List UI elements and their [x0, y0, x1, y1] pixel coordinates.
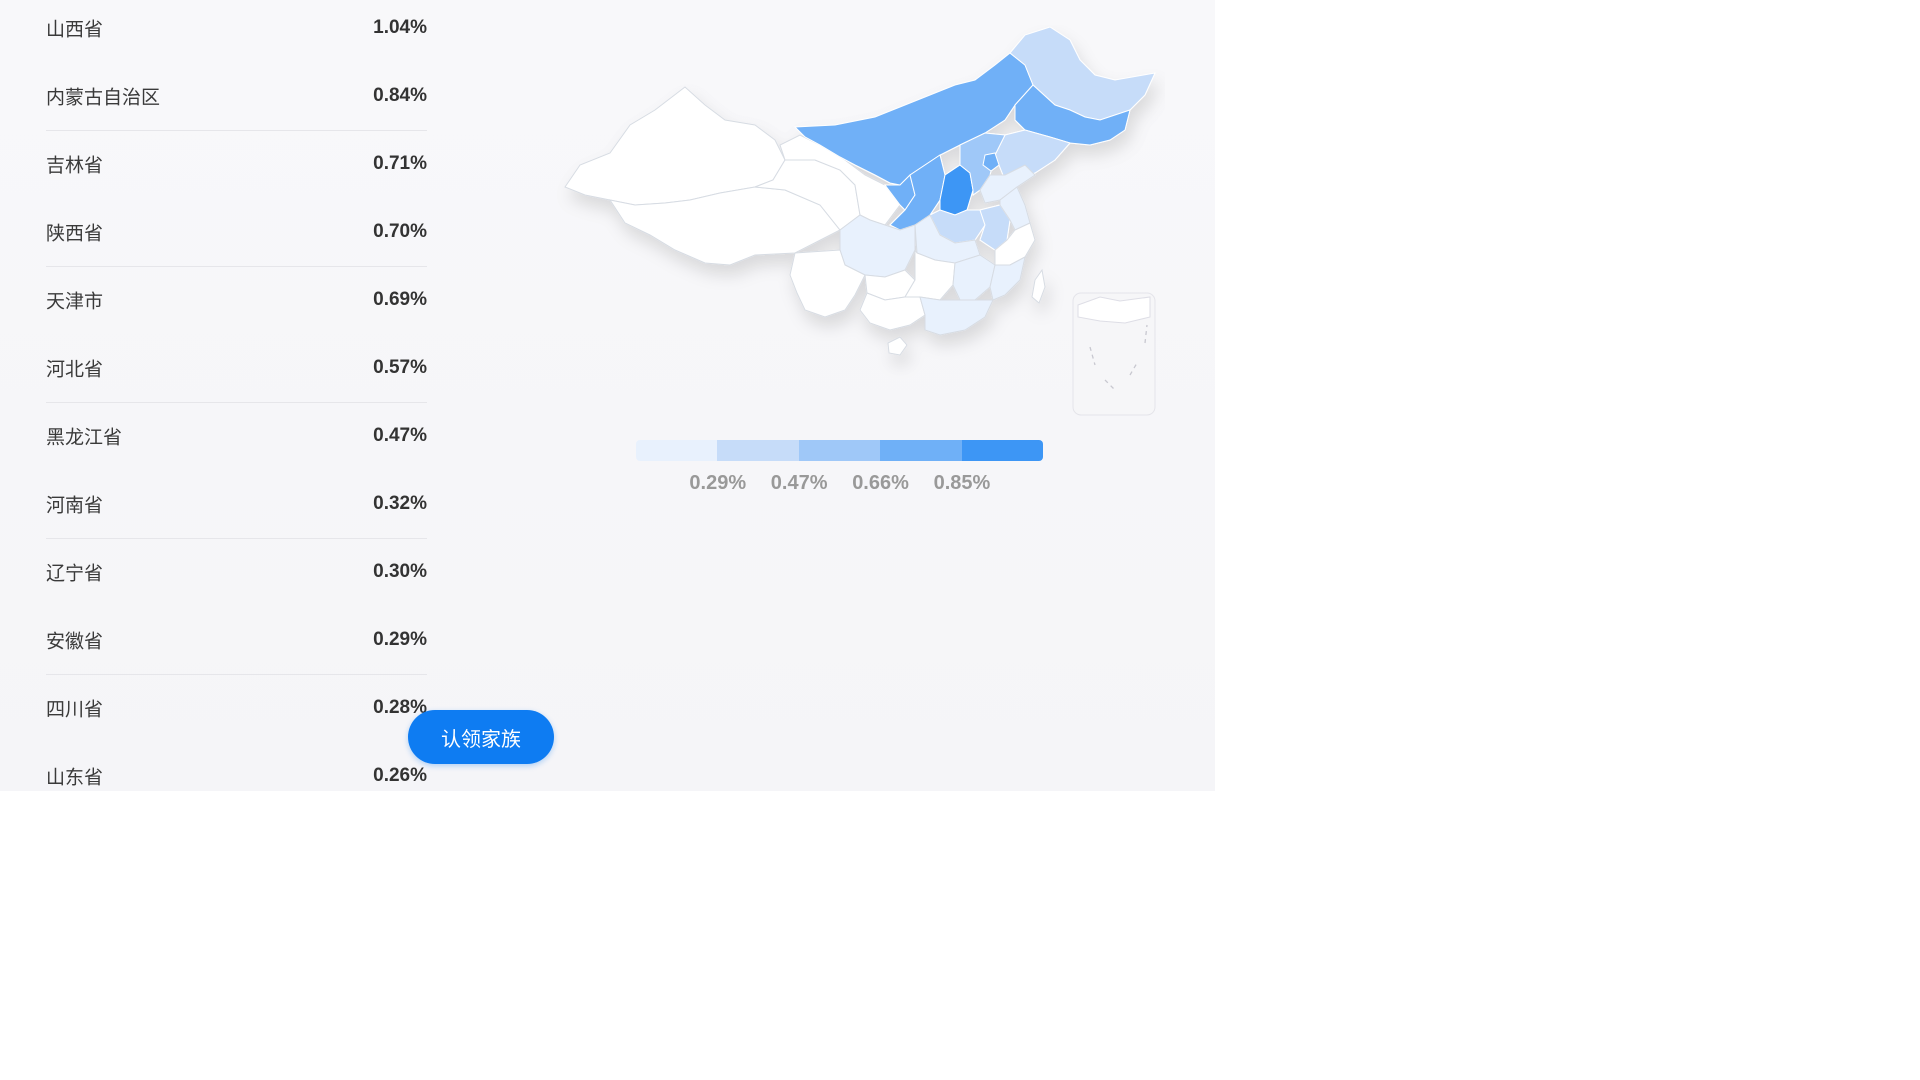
row-divider	[46, 673, 427, 675]
row-divider	[46, 265, 427, 267]
claim-family-button[interactable]: 认领家族	[408, 710, 554, 764]
province-percentage: 0.29%	[373, 629, 427, 650]
province-name: 内蒙古自治区	[46, 86, 161, 109]
row-divider	[46, 537, 427, 539]
legend-label: 0.85%	[933, 472, 991, 494]
province-row: 内蒙古自治区 0.84%	[46, 62, 427, 130]
province-name: 辽宁省	[46, 562, 104, 585]
province-row: 天津市 0.69%	[46, 266, 427, 334]
province-percentage: 1.04%	[373, 17, 427, 38]
province-row: 安徽省 0.29%	[46, 606, 427, 674]
province-name: 四川省	[46, 698, 104, 721]
province-percentage: 0.71%	[373, 153, 427, 174]
row-divider	[46, 401, 427, 403]
province-percentage: 0.70%	[373, 221, 427, 242]
province-percentage: 0.69%	[373, 289, 427, 310]
province-name: 河南省	[46, 494, 104, 517]
region-hainan	[887, 336, 908, 356]
surname-distribution-panel: 山西省 1.04% 内蒙古自治区 0.84% 吉林省 0.71% 陕西省 0.70% 天津市 0.…	[0, 0, 1215, 791]
province-name: 山东省	[46, 766, 104, 789]
color-scale-legend	[636, 440, 1043, 461]
province-percentage: 0.47%	[373, 425, 427, 446]
legend-label: 0.29%	[689, 472, 747, 494]
region-guangxi	[859, 292, 926, 331]
region-guangdong	[919, 296, 994, 336]
legend-segment	[636, 440, 718, 461]
province-name: 吉林省	[46, 154, 104, 177]
province-percentage: 0.84%	[373, 85, 427, 106]
province-row: 黑龙江省 0.47%	[46, 402, 427, 470]
province-row: 陕西省 0.70%	[46, 198, 427, 266]
province-percentage: 0.57%	[373, 357, 427, 378]
region-taiwan	[1031, 268, 1046, 304]
province-percentage: 0.30%	[373, 561, 427, 582]
legend-segment	[961, 440, 1043, 461]
legend-label: 0.47%	[770, 472, 828, 494]
province-name: 天津市	[46, 290, 104, 313]
province-row: 吉林省 0.71%	[46, 130, 427, 198]
legend-segment	[798, 440, 881, 461]
province-percentage: 0.26%	[373, 765, 427, 786]
province-percentage: 0.32%	[373, 493, 427, 514]
province-row: 四川省 0.28%	[46, 674, 427, 742]
province-row: 河北省 0.57%	[46, 334, 427, 402]
legend-segment	[880, 440, 962, 461]
region-shanxi	[939, 164, 974, 216]
province-row: 山西省 1.04%	[46, 0, 427, 62]
china-choropleth-map	[564, 26, 1156, 416]
province-name: 安徽省	[46, 630, 104, 653]
province-row: 辽宁省 0.30%	[46, 538, 427, 606]
province-row: 山东省 0.26%	[46, 742, 427, 791]
province-name: 河北省	[46, 358, 104, 381]
region-jiangxi	[952, 254, 996, 301]
province-name: 山西省	[46, 18, 104, 41]
legend-label: 0.66%	[852, 472, 909, 494]
south-china-sea-inset	[1072, 292, 1156, 416]
province-name: 黑龙江省	[46, 426, 123, 449]
row-divider	[46, 129, 427, 131]
province-name: 陕西省	[46, 222, 104, 245]
legend-segment	[717, 440, 799, 461]
province-row: 河南省 0.32%	[46, 470, 427, 538]
